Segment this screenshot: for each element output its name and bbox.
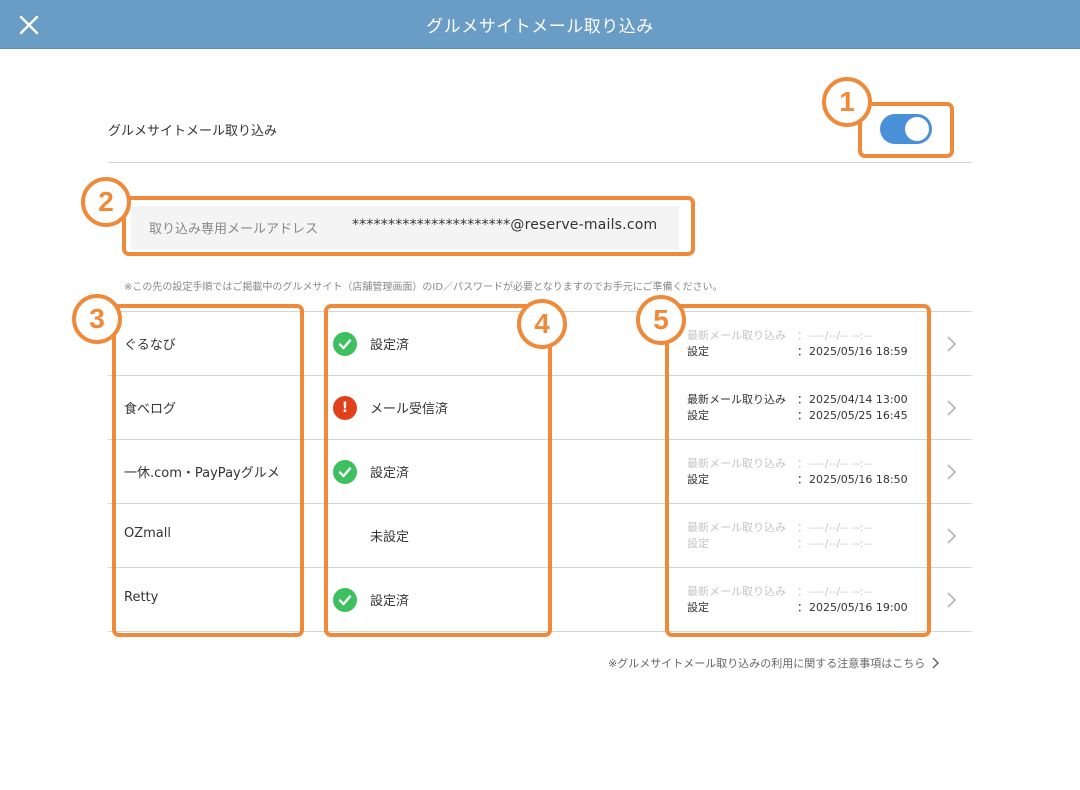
setting-label: 設定: [687, 473, 709, 486]
separator: ：: [797, 457, 808, 470]
check-icon: [333, 460, 357, 484]
site-name: Retty: [124, 590, 159, 605]
toggle-knob: [905, 117, 929, 141]
chevron-right-icon: [947, 400, 957, 416]
chevron-right-icon: [947, 336, 957, 352]
mail-info: 最新メール取り込み ： 2025/04/14 13:00 設定 ： 2025/0…: [687, 392, 927, 424]
setting-label: 設定: [687, 537, 709, 550]
site-status: 設定済: [370, 338, 410, 353]
setting-value: ----/--/-- --:--: [809, 537, 872, 550]
separator: ：: [797, 473, 808, 486]
page-title: グルメサイトメール取り込み: [426, 17, 654, 37]
mail-info: 最新メール取り込み ： ----/--/-- --:-- 設定 ： ----/-…: [687, 520, 927, 552]
mail-info: 最新メール取り込み ： ----/--/-- --:-- 設定 ： 2025/0…: [687, 584, 927, 616]
latest-mail-label: 最新メール取り込み: [687, 585, 786, 598]
site-row[interactable]: 一休.com・PayPayグルメ 設定済 最新メール取り込み ： ----/--…: [108, 440, 972, 504]
latest-mail-label: 最新メール取り込み: [687, 521, 786, 534]
separator: ：: [797, 345, 808, 358]
separator: ：: [797, 585, 808, 598]
annotation-badge-4: 4: [517, 299, 567, 349]
mail-info: 最新メール取り込み ： ----/--/-- --:-- 設定 ： 2025/0…: [687, 328, 927, 360]
app-header: グルメサイトメール取り込み: [0, 0, 1080, 49]
latest-mail-label: 最新メール取り込み: [687, 457, 786, 470]
separator: ：: [797, 537, 808, 550]
latest-mail-value: ----/--/-- --:--: [809, 521, 872, 534]
dedicated-email-box: 取り込み専用メールアドレス **********************@res…: [131, 206, 679, 250]
separator: ：: [797, 521, 808, 534]
site-status: 設定済: [370, 466, 410, 481]
site-status: 未設定: [370, 530, 410, 545]
site-status: メール受信済: [370, 402, 449, 417]
site-name: ぐるなび: [124, 338, 176, 353]
site-name: 一休.com・PayPayグルメ: [124, 466, 280, 481]
setting-value: 2025/05/16 18:50: [809, 473, 908, 486]
email-value: **********************@reserve-mails.com: [352, 217, 658, 233]
import-toggle-switch[interactable]: [880, 114, 932, 144]
site-row[interactable]: 食べログ ! メール受信済 最新メール取り込み ： 2025/04/14 13:…: [108, 376, 972, 440]
latest-mail-label: 最新メール取り込み: [687, 329, 786, 342]
chevron-right-icon: [932, 657, 940, 669]
separator: ：: [797, 601, 808, 614]
setting-value: 2025/05/16 18:59: [809, 345, 908, 358]
exclamation-icon: !: [333, 396, 357, 420]
check-icon: [333, 588, 357, 612]
latest-mail-value: 2025/04/14 13:00: [809, 393, 908, 406]
check-icon: [333, 332, 357, 356]
annotation-badge-2: 2: [81, 177, 131, 227]
import-toggle-label: グルメサイトメール取り込み: [108, 124, 278, 139]
separator: ：: [797, 329, 808, 342]
setup-notice: ※この先の設定手順ではご掲載中のグルメサイト（店舗管理画面）のID／パスワードが…: [124, 282, 723, 293]
mail-info: 最新メール取り込み ： ----/--/-- --:-- 設定 ： 2025/0…: [687, 456, 927, 488]
chevron-right-icon: [947, 528, 957, 544]
setting-label: 設定: [687, 345, 709, 358]
latest-mail-value: ----/--/-- --:--: [809, 457, 872, 470]
terms-link[interactable]: ※グルメサイトメール取り込みの利用に関する注意事項はこちら: [608, 655, 940, 671]
annotation-badge-1: 1: [822, 77, 872, 127]
latest-mail-label: 最新メール取り込み: [687, 393, 786, 406]
setting-value: 2025/05/25 16:45: [809, 409, 908, 422]
annotation-badge-5: 5: [636, 295, 686, 345]
latest-mail-value: ----/--/-- --:--: [809, 329, 872, 342]
site-row[interactable]: OZmall 未設定 最新メール取り込み ： ----/--/-- --:-- …: [108, 504, 972, 568]
site-row[interactable]: Retty 設定済 最新メール取り込み ： ----/--/-- --:-- 設…: [108, 568, 972, 632]
separator: ：: [797, 409, 808, 422]
setting-value: 2025/05/16 19:00: [809, 601, 908, 614]
annotation-badge-3: 3: [72, 294, 122, 344]
latest-mail-value: ----/--/-- --:--: [809, 585, 872, 598]
site-list: ぐるなび 設定済 最新メール取り込み ： ----/--/-- --:-- 設定…: [108, 311, 972, 632]
site-name: OZmall: [124, 526, 171, 541]
setting-label: 設定: [687, 409, 709, 422]
separator: ：: [797, 393, 808, 406]
site-status: 設定済: [370, 594, 410, 609]
setting-label: 設定: [687, 601, 709, 614]
chevron-right-icon: [947, 592, 957, 608]
email-label: 取り込み専用メールアドレス: [149, 222, 319, 237]
site-name: 食べログ: [124, 402, 177, 417]
chevron-right-icon: [947, 464, 957, 480]
terms-link-label: ※グルメサイトメール取り込みの利用に関する注意事項はこちら: [608, 657, 926, 670]
